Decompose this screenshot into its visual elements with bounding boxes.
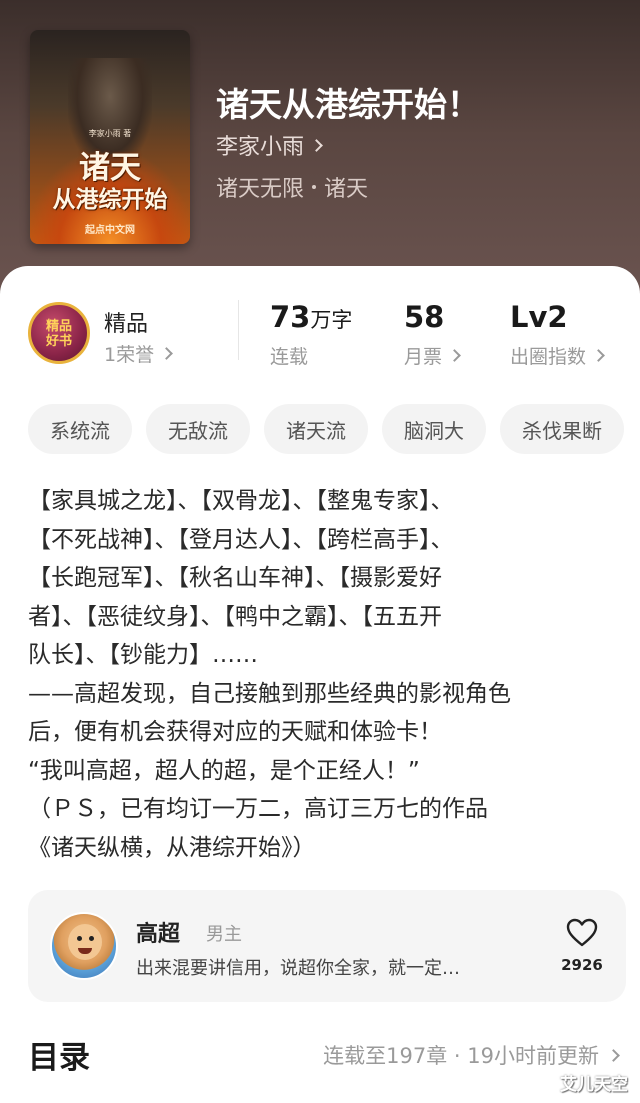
synopsis-line: 队长】、【钞能力】…… [28,642,258,668]
cover-title-line2: 从港综开始 [52,187,168,213]
genre-row: 诸天无限 诸天 [216,171,368,203]
table-of-contents-row[interactable]: 目录 连载至197章 · 19小时前更新 [28,1032,620,1076]
book-title: 诸天从港综开始！ [216,85,480,124]
heart-icon [566,918,598,947]
avatar-face [68,924,102,960]
stats-row: 精品 好书 精品 1荣誉 73万字 连载 58 月票 Lv2 出圈指数 [0,296,640,376]
popularity-index-link[interactable]: 出圈指数 [510,342,605,369]
honors-count: 1荣誉 [104,344,155,366]
tag-list: 系统流 无敌流 诸天流 脑洞大 杀伐果断 [28,404,624,454]
synopsis-line: “我叫高超，超人的超，是个正经人！” [28,757,420,784]
toc-title: 目录 [28,1040,90,1076]
genre-sub[interactable]: 诸天 [324,171,368,203]
book-cover-image[interactable]: 李家小雨 著 诸天 从港综开始 起点中文网 [30,30,190,244]
chevron-right-icon [607,1048,620,1062]
character-name: 高超 [136,922,181,947]
chevron-right-icon [160,347,173,360]
toc-meta: 连载至197章 · 19小时前更新 [323,1040,620,1070]
chevron-right-icon [592,349,605,362]
quality-label: 精品 [104,312,149,337]
chevron-right-icon [448,349,461,362]
cover-author: 李家小雨 著 [88,129,132,138]
avatar-eye [89,936,94,941]
divider [238,300,239,360]
cover-publisher: 起点中文网 [85,225,135,236]
synopsis-line: 【长跑冠军】、【秋名山车神】、【摄影爱好 [28,565,442,591]
character-avatar [50,912,118,980]
genre-main[interactable]: 诸天无限 [216,171,304,203]
chevron-right-icon [310,138,323,152]
author-link[interactable]: 李家小雨 [216,129,323,161]
book-header: 李家小雨 著 诸天 从港综开始 起点中文网 诸天从港综开始！ 李家小雨 诸天无限… [0,0,640,300]
badge-text: 精品 好书 [45,319,72,349]
avatar-eye [77,936,82,941]
monthly-tickets-link[interactable]: 月票 [404,342,461,369]
serial-status: 连载 [270,346,309,368]
separator-dot [312,185,317,189]
synopsis-line: ——高超发现，自己接触到那些经典的影视角色 [28,680,511,707]
tag-chip[interactable]: 杀伐果断 [500,404,624,454]
character-role: 男主 [206,924,242,945]
synopsis-line: （ＰＳ，已有均订一万二，高订三万七的作品 [28,796,488,822]
like-button[interactable]: 2926 [560,918,604,974]
like-count: 2926 [561,956,603,974]
synopsis-line: 后，便有机会获得对应的天赋和体验卡！ [28,719,442,745]
tag-chip[interactable]: 脑洞大 [382,404,486,454]
character-quote: 出来混要讲信用，说超你全家，就一定… [136,958,460,979]
synopsis-line: 【家具城之龙】、【双骨龙】、【整鬼专家】、 [28,488,454,514]
tag-chip[interactable]: 诸天流 [264,404,368,454]
synopsis-line: 【不死战神】、【登月达人】、【跨栏高手】、 [28,526,454,553]
monthly-tickets-count: 58 [404,300,445,334]
toc-update-info: 连载至197章 · 19小时前更新 [323,1044,599,1068]
quality-badge-icon[interactable]: 精品 好书 [28,302,90,364]
author-name: 李家小雨 [216,135,305,160]
popularity-level: Lv2 [510,300,568,334]
synopsis-line: 者】、【恶徒纹身】、【鸭中之霸】、【五五开 [28,603,442,630]
book-synopsis[interactable]: 【家具城之龙】、【双骨龙】、【整鬼专家】、 【不死战神】、【登月达人】、【跨栏高… [28,482,618,867]
tag-chip[interactable]: 系统流 [28,404,132,454]
word-count: 73万字 [270,300,353,334]
character-card[interactable]: 高超 男主 出来混要讲信用，说超你全家，就一定… 2926 [28,890,626,1002]
honors-link[interactable]: 1荣誉 [104,340,173,367]
synopsis-line: 《诸天纵横，从港综开始》） [28,834,316,861]
watermark: 艾儿天空 [560,1075,628,1095]
tag-chip[interactable]: 无敌流 [146,404,250,454]
